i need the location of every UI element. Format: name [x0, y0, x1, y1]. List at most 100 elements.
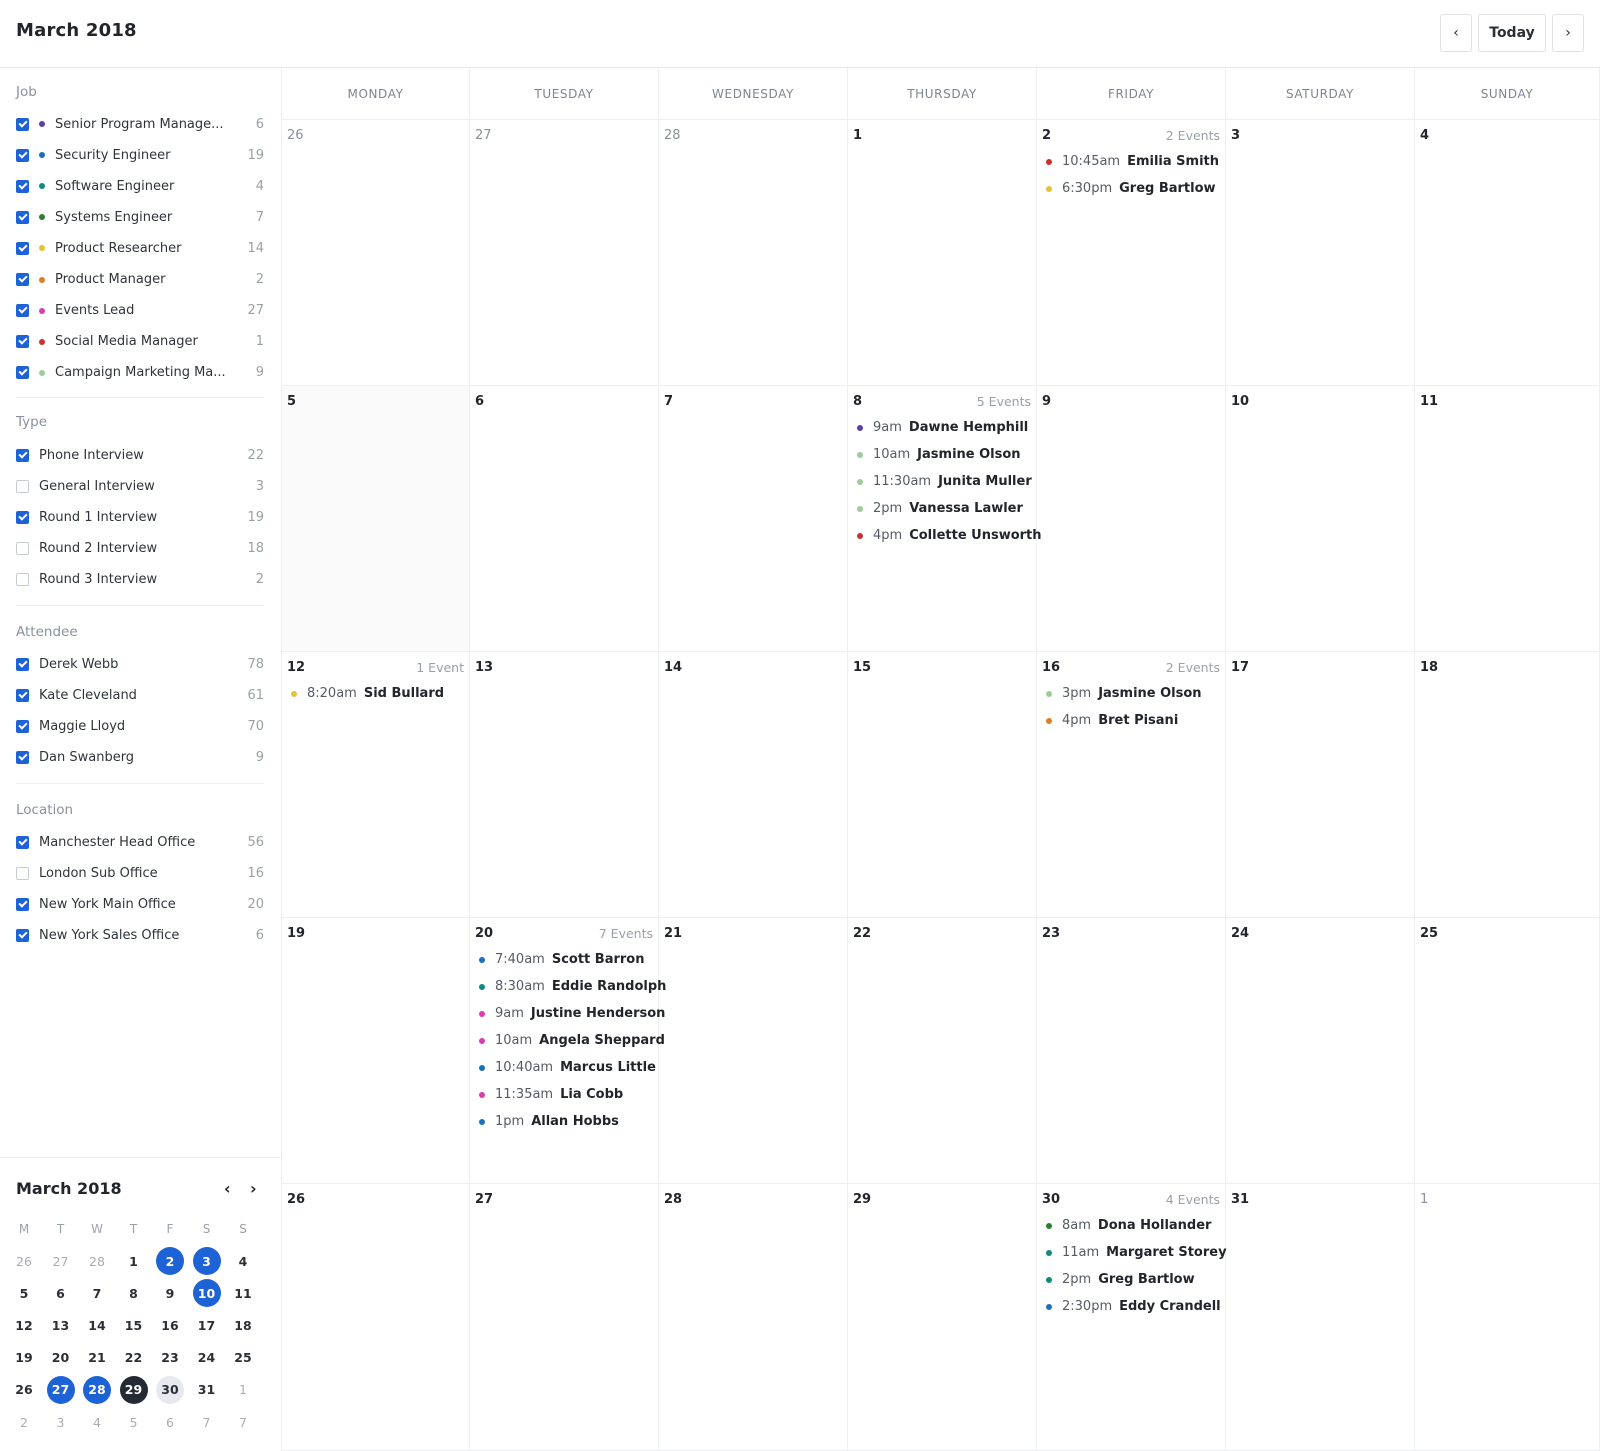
mini-calendar-day[interactable]: 6 [156, 1408, 184, 1436]
filter-option[interactable]: Manchester Head Office 56 [16, 832, 264, 852]
calendar-event[interactable]: 2pm Vanessa Lawler [853, 495, 1031, 522]
filter-option[interactable]: Round 2 Interview 18 [16, 538, 264, 558]
checkbox-checked[interactable] [16, 304, 29, 318]
calendar-event[interactable]: 11:30am Junita Muller [853, 468, 1032, 495]
checkbox-checked[interactable] [16, 273, 29, 286]
filter-option[interactable]: New York Main Office 20 [16, 894, 264, 914]
mini-calendar-day[interactable]: 7 [229, 1408, 257, 1436]
mini-calendar-day[interactable]: 15 [120, 1311, 148, 1339]
mini-calendar-day[interactable]: 4 [229, 1247, 257, 1275]
event-count[interactable]: 1 Event [416, 660, 464, 678]
checkbox-checked[interactable] [16, 928, 29, 942]
calendar-event[interactable]: 8:20am Sid Bullard [287, 680, 464, 707]
checkbox-checked[interactable] [16, 835, 29, 849]
checkbox-checked[interactable] [16, 148, 29, 162]
filter-option[interactable]: London Sub Office 16 [16, 863, 264, 883]
today-button[interactable]: Today [1478, 14, 1546, 52]
filter-option[interactable]: General Interview 3 [16, 476, 264, 496]
filter-option[interactable]: Round 3 Interview 2 [16, 569, 264, 589]
checkbox-checked[interactable] [16, 657, 29, 671]
mini-calendar-day[interactable]: 5 [10, 1279, 38, 1307]
filter-option[interactable]: Security Engineer 19 [16, 145, 264, 165]
mini-calendar-day[interactable]: 31 [193, 1376, 221, 1404]
calendar-event[interactable]: 3pm Jasmine Olson [1042, 680, 1220, 707]
day-cell[interactable]: 17 [1226, 652, 1415, 918]
filter-option[interactable]: Events Lead 27 [16, 301, 264, 321]
day-cell[interactable]: 14 [659, 652, 848, 918]
mini-calendar-day[interactable]: 27 [47, 1247, 75, 1275]
checkbox-checked[interactable] [16, 335, 29, 349]
filter-option[interactable]: Maggie Lloyd 70 [16, 716, 264, 736]
checkbox-checked[interactable] [16, 366, 29, 380]
mini-calendar-prev-button[interactable]: ‹ [224, 1179, 231, 1198]
day-cell[interactable]: 30 4 Events 8am Dona Hollander 11am Margaret … [1037, 1184, 1227, 1451]
filter-option[interactable]: Derek Webb 78 [16, 654, 264, 674]
mini-calendar-day[interactable]: 9 [156, 1279, 184, 1307]
day-cell[interactable]: 5 [282, 386, 470, 652]
day-cell[interactable]: 11 [1415, 386, 1600, 652]
checkbox-checked[interactable] [16, 448, 29, 462]
filter-option[interactable]: Phone Interview 22 [16, 445, 264, 465]
day-cell[interactable]: 20 7 Events 7:40am Scott Barron 8:30am Eddie … [470, 918, 666, 1184]
checkbox-unchecked[interactable] [16, 541, 29, 555]
mini-calendar-day[interactable]: 2 [156, 1247, 184, 1275]
mini-calendar-day[interactable]: 24 [193, 1344, 221, 1372]
checkbox-checked[interactable] [16, 719, 29, 733]
mini-calendar-day[interactable]: 7 [193, 1408, 221, 1436]
filter-option[interactable]: Dan Swanberg 9 [16, 747, 264, 767]
day-cell[interactable]: 26 [282, 1184, 470, 1451]
day-cell[interactable]: 28 [659, 1184, 848, 1451]
calendar-event[interactable]: 8am Dona Hollander [1042, 1212, 1220, 1239]
day-cell[interactable]: 8 5 Events 9am Dawne Hemphill 10am Jasmine Ol… [848, 386, 1042, 652]
day-cell[interactable]: 28 [659, 120, 848, 386]
filter-option[interactable]: Product Researcher 14 [16, 238, 264, 258]
mini-calendar-day[interactable]: 6 [47, 1279, 75, 1307]
day-cell[interactable]: 18 [1415, 652, 1600, 918]
calendar-event[interactable]: 10am Angela Sheppard [475, 1027, 665, 1054]
mini-calendar-day[interactable]: 13 [47, 1311, 75, 1339]
day-cell[interactable]: 21 [659, 918, 848, 1184]
event-count[interactable]: 7 Events [599, 926, 653, 944]
mini-calendar-day[interactable]: 17 [193, 1311, 221, 1339]
checkbox-checked[interactable] [16, 897, 29, 911]
event-count[interactable]: 5 Events [977, 394, 1031, 412]
filter-option[interactable]: New York Sales Office 6 [16, 925, 264, 945]
calendar-event[interactable]: 7:40am Scott Barron [475, 946, 653, 973]
filter-option[interactable]: Round 1 Interview 19 [16, 507, 264, 527]
mini-calendar-day[interactable]: 4 [83, 1408, 111, 1436]
checkbox-checked[interactable] [16, 117, 29, 131]
calendar-event[interactable]: 2:30pm Eddy Crandell [1042, 1293, 1221, 1320]
day-cell[interactable]: 9 [1037, 386, 1226, 652]
mini-calendar-day[interactable]: 29 [119, 1375, 148, 1404]
checkbox-checked[interactable] [16, 179, 29, 193]
day-cell[interactable]: 12 1 Event 8:20am Sid Bullard [282, 652, 470, 918]
mini-calendar-day[interactable]: 1 [229, 1376, 257, 1404]
day-cell[interactable]: 19 [282, 918, 470, 1184]
mini-calendar-day[interactable]: 21 [83, 1344, 111, 1372]
mini-calendar-day[interactable]: 22 [120, 1344, 148, 1372]
day-cell[interactable]: 25 [1415, 918, 1600, 1184]
checkbox-checked[interactable] [16, 241, 29, 255]
mini-calendar-day[interactable]: 8 [120, 1279, 148, 1307]
calendar-event[interactable]: 10am Jasmine Olson [853, 441, 1031, 468]
mini-calendar-day[interactable]: 27 [46, 1375, 75, 1404]
calendar-event[interactable]: 2pm Greg Bartlow [1042, 1266, 1220, 1293]
mini-calendar-day[interactable]: 23 [156, 1344, 184, 1372]
day-cell[interactable]: 7 [659, 386, 848, 652]
day-cell[interactable]: 26 [282, 120, 470, 386]
filter-option[interactable]: Product Manager 2 [16, 270, 264, 290]
day-cell[interactable]: 27 [470, 1184, 659, 1451]
day-cell[interactable]: 16 2 Events 3pm Jasmine Olson 4pm Bret Pisani [1037, 652, 1226, 918]
calendar-event[interactable]: 1pm Allan Hobbs [475, 1108, 653, 1135]
filter-option[interactable]: Systems Engineer 7 [16, 207, 264, 227]
day-cell[interactable]: 1 [848, 120, 1037, 386]
day-cell[interactable]: 1 [1415, 1184, 1600, 1451]
day-cell[interactable]: 22 [848, 918, 1037, 1184]
mini-calendar-next-button[interactable]: › [250, 1179, 257, 1198]
event-count[interactable]: 2 Events [1166, 128, 1220, 146]
mini-calendar-day[interactable]: 26 [10, 1247, 38, 1275]
day-cell[interactable]: 27 [470, 120, 659, 386]
day-cell[interactable]: 23 [1037, 918, 1226, 1184]
day-cell[interactable]: 15 [848, 652, 1037, 918]
previous-month-button[interactable]: ‹ [1440, 14, 1472, 52]
